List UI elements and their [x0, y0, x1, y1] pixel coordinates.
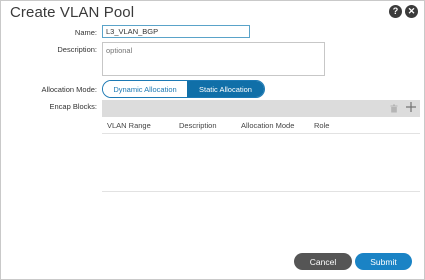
- column-header-allocation-mode[interactable]: Allocation Mode: [241, 121, 294, 130]
- encap-blocks-label: Encap Blocks:: [49, 102, 97, 111]
- column-header-description[interactable]: Description: [179, 121, 217, 130]
- description-label: Description:: [57, 45, 97, 54]
- column-header-vlan-range[interactable]: VLAN Range: [107, 121, 151, 130]
- header-icons: ? ✕: [389, 5, 418, 18]
- dynamic-allocation-option[interactable]: Dynamic Allocation: [103, 81, 187, 97]
- column-header-role[interactable]: Role: [314, 121, 329, 130]
- help-icon[interactable]: ?: [389, 5, 402, 18]
- close-icon[interactable]: ✕: [405, 5, 418, 18]
- plus-icon-graphic: [406, 102, 416, 112]
- trash-icon-graphic: [390, 104, 398, 113]
- cancel-button[interactable]: Cancel: [294, 253, 352, 270]
- trash-icon[interactable]: [390, 103, 398, 117]
- allocation-mode-toggle: Dynamic Allocation Static Allocation: [102, 80, 265, 98]
- name-input[interactable]: [102, 25, 250, 38]
- table-header-divider: [102, 133, 420, 134]
- create-vlan-pool-dialog: Create VLAN Pool ? ✕ Name: Description: …: [0, 0, 425, 280]
- name-label: Name:: [74, 28, 97, 37]
- dialog-title: Create VLAN Pool: [10, 4, 135, 21]
- description-input[interactable]: [102, 42, 325, 76]
- submit-button[interactable]: Submit: [355, 253, 412, 270]
- static-allocation-option[interactable]: Static Allocation: [187, 81, 264, 97]
- allocation-mode-label: Allocation Mode:: [41, 85, 97, 94]
- encap-blocks-toolbar: [102, 100, 420, 117]
- plus-icon[interactable]: [406, 100, 416, 114]
- table-bottom-divider: [102, 191, 420, 192]
